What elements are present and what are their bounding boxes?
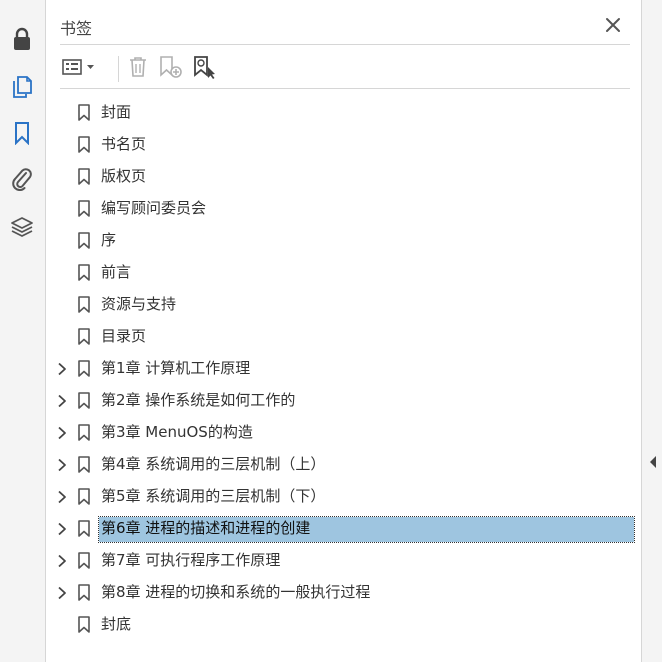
bookmark-icon bbox=[77, 392, 91, 409]
bookmark-item[interactable]: 封底 bbox=[46, 610, 641, 638]
bookmark-label: 序 bbox=[101, 231, 117, 249]
navigation-rail bbox=[0, 0, 46, 662]
options-menu-icon bbox=[61, 57, 97, 81]
bookmark-icon bbox=[77, 456, 91, 473]
bookmark-icon bbox=[77, 264, 91, 281]
bookmark-icon bbox=[77, 360, 91, 377]
bookmark-item[interactable]: 书名页 bbox=[46, 130, 641, 158]
bookmarks-toolbar bbox=[60, 50, 630, 89]
bookmark-icon bbox=[77, 232, 91, 249]
options-menu-button[interactable] bbox=[60, 56, 98, 82]
panel-header: 书签 bbox=[60, 8, 630, 45]
delete-bookmark-button[interactable] bbox=[126, 56, 150, 82]
attachment-icon[interactable] bbox=[7, 164, 37, 194]
bookmark-label: 第3章 MenuOS的构造 bbox=[101, 423, 253, 441]
pages-icon[interactable] bbox=[7, 72, 37, 102]
bookmark-icon bbox=[77, 200, 91, 217]
bookmarks-pane: 书签 封面 书名页 版权页 编写顾问委员会 序 前言 资源与支持 目录页 第1章… bbox=[0, 0, 662, 662]
toolbar-separator bbox=[118, 56, 119, 82]
panel-title: 书签 bbox=[60, 19, 93, 38]
bookmark-item[interactable]: 资源与支持 bbox=[46, 290, 641, 318]
find-bookmark-icon bbox=[192, 55, 218, 83]
bookmark-label: 资源与支持 bbox=[101, 295, 177, 313]
bookmark-label: 第6章 进程的描述和进程的创建 bbox=[101, 519, 311, 537]
close-icon[interactable] bbox=[604, 16, 622, 34]
bookmark-icon bbox=[77, 584, 91, 601]
bookmark-label: 封底 bbox=[101, 615, 132, 633]
bookmark-item[interactable]: 目录页 bbox=[46, 322, 641, 350]
bookmark-icon bbox=[77, 616, 91, 633]
bookmark-label: 前言 bbox=[101, 263, 132, 281]
bookmark-icon[interactable] bbox=[7, 118, 37, 148]
bookmark-icon bbox=[77, 296, 91, 313]
bookmark-label: 第1章 计算机工作原理 bbox=[101, 359, 251, 377]
bookmark-item[interactable]: 序 bbox=[46, 226, 641, 254]
bookmark-item[interactable]: 第8章 进程的切换和系统的一般执行过程 bbox=[46, 578, 641, 606]
chevron-right-icon[interactable] bbox=[56, 425, 68, 440]
layers-icon[interactable] bbox=[7, 212, 37, 242]
new-bookmark-icon bbox=[158, 55, 184, 83]
bookmark-item[interactable]: 编写顾问委员会 bbox=[46, 194, 641, 222]
bookmark-label: 版权页 bbox=[101, 167, 147, 185]
bookmark-item[interactable]: 封面 bbox=[46, 98, 641, 126]
bookmark-item[interactable]: 第1章 计算机工作原理 bbox=[46, 354, 641, 382]
find-bookmark-button[interactable] bbox=[192, 56, 218, 82]
bookmark-icon bbox=[77, 424, 91, 441]
bookmark-icon bbox=[77, 168, 91, 185]
chevron-right-icon[interactable] bbox=[56, 393, 68, 408]
bookmark-label: 书名页 bbox=[101, 135, 147, 153]
bookmark-icon bbox=[77, 520, 91, 537]
panel-splitter[interactable] bbox=[641, 0, 662, 662]
bookmark-label: 封面 bbox=[101, 103, 132, 121]
bookmark-label: 第7章 可执行程序工作原理 bbox=[101, 551, 281, 569]
bookmark-label: 第5章 系统调用的三层机制（下） bbox=[101, 487, 326, 505]
bookmark-item[interactable]: 第3章 MenuOS的构造 bbox=[46, 418, 641, 446]
chevron-right-icon[interactable] bbox=[56, 521, 68, 536]
new-bookmark-button[interactable] bbox=[158, 56, 184, 82]
bookmark-icon bbox=[77, 136, 91, 153]
bookmark-item[interactable]: 第4章 系统调用的三层机制（上） bbox=[46, 450, 641, 478]
bookmark-item[interactable]: 第2章 操作系统是如何工作的 bbox=[46, 386, 641, 414]
bookmark-item[interactable]: 第6章 进程的描述和进程的创建 bbox=[46, 514, 641, 543]
bookmark-icon bbox=[77, 552, 91, 569]
bookmark-label: 第4章 系统调用的三层机制（上） bbox=[101, 455, 326, 473]
bookmark-label: 目录页 bbox=[101, 327, 147, 345]
chevron-right-icon[interactable] bbox=[56, 585, 68, 600]
delete-bookmark-icon bbox=[127, 55, 149, 83]
bookmarks-panel: 书签 封面 书名页 版权页 编写顾问委员会 序 前言 资源与支持 目录页 第1章… bbox=[46, 0, 641, 662]
bookmark-item[interactable]: 第5章 系统调用的三层机制（下） bbox=[46, 482, 641, 510]
lock-icon[interactable] bbox=[7, 24, 37, 54]
bookmark-icon bbox=[77, 328, 91, 345]
bookmark-item[interactable]: 第7章 可执行程序工作原理 bbox=[46, 546, 641, 574]
chevron-right-icon[interactable] bbox=[56, 361, 68, 376]
bookmark-label: 第2章 操作系统是如何工作的 bbox=[101, 391, 296, 409]
bookmark-label: 编写顾问委员会 bbox=[101, 199, 207, 217]
bookmark-icon bbox=[77, 488, 91, 505]
chevron-right-icon[interactable] bbox=[56, 489, 68, 504]
chevron-right-icon[interactable] bbox=[56, 457, 68, 472]
bookmark-label: 第8章 进程的切换和系统的一般执行过程 bbox=[101, 583, 371, 601]
bookmark-item[interactable]: 前言 bbox=[46, 258, 641, 286]
chevron-right-icon[interactable] bbox=[56, 553, 68, 568]
bookmark-icon bbox=[77, 104, 91, 121]
bookmark-item[interactable]: 版权页 bbox=[46, 162, 641, 190]
collapse-panel-icon[interactable] bbox=[648, 454, 658, 470]
